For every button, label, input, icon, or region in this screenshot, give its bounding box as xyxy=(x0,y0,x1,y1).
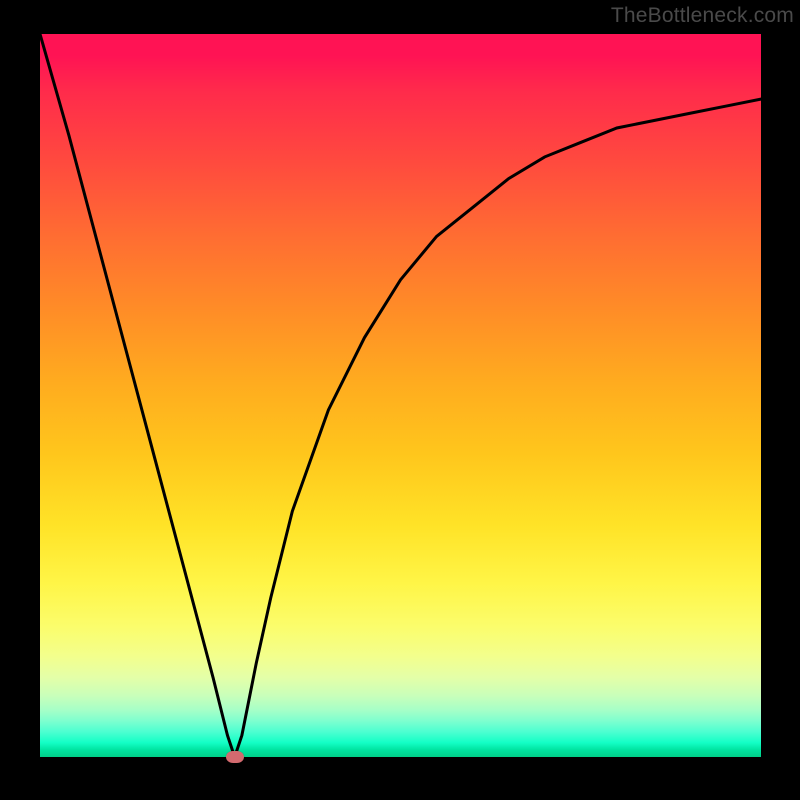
chart-frame: TheBottleneck.com xyxy=(0,0,800,800)
bottleneck-curve xyxy=(40,34,761,757)
optimal-point-marker xyxy=(226,751,244,763)
watermark-text: TheBottleneck.com xyxy=(611,4,794,28)
plot-area xyxy=(40,34,761,757)
